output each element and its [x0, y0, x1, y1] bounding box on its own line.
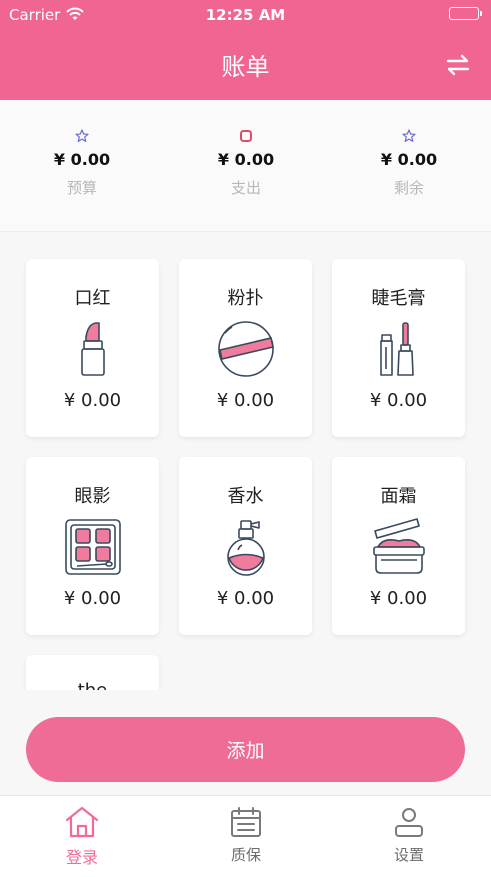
item-price: ¥ 0.00	[369, 588, 428, 609]
face-cream-icon	[369, 517, 429, 577]
eyeshadow-palette-icon	[63, 517, 123, 577]
status-bar: Carrier 12:25 AM	[0, 0, 491, 30]
tab-label: 质保	[230, 846, 261, 864]
item-card-perfume[interactable]: 香水 ¥ 0.00	[179, 457, 312, 635]
item-card-mascara[interactable]: 睫毛膏 ¥ 0.00	[332, 259, 465, 437]
tab-warranty[interactable]: 质保	[164, 806, 328, 865]
user-icon	[395, 808, 423, 837]
budget-summary: ¥ 0.00 预算 ¥ 0.00 支出 ¥ 0.00 剩余	[0, 100, 491, 232]
item-price: ¥ 0.00	[63, 390, 122, 411]
powder-puff-icon	[216, 319, 276, 379]
add-button[interactable]: 添加	[26, 717, 465, 782]
cosmetics-grid: 口红 ¥ 0.00 粉扑 ¥ 0.00 睫毛膏 ¥ 0.00 眼影 ¥ 0.00…	[0, 233, 491, 690]
item-name: 口红	[74, 288, 111, 309]
item-price: ¥ 0.00	[63, 588, 122, 609]
star-icon	[327, 128, 491, 144]
item-card-eyeshadow[interactable]: 眼影 ¥ 0.00	[26, 457, 159, 635]
perfume-icon	[216, 517, 276, 577]
clock-label: 12:25 AM	[205, 6, 286, 24]
star-icon	[0, 128, 164, 144]
summary-budget: ¥ 0.00 预算	[0, 128, 164, 198]
item-card-powder-puff[interactable]: 粉扑 ¥ 0.00	[179, 259, 312, 437]
expense-value: ¥ 0.00	[217, 150, 275, 169]
tab-bar: 登录 质保 设置	[0, 795, 491, 877]
expense-label: 支出	[230, 179, 261, 197]
item-name: the	[26, 680, 159, 690]
item-card-lipstick[interactable]: 口红 ¥ 0.00	[26, 259, 159, 437]
tab-settings[interactable]: 设置	[327, 806, 491, 865]
item-name: 眼影	[74, 486, 111, 507]
item-name: 香水	[227, 486, 264, 507]
mascara-icon	[369, 319, 429, 379]
home-icon	[65, 806, 99, 838]
remaining-label: 剩余	[393, 179, 424, 197]
remaining-value: ¥ 0.00	[380, 150, 438, 169]
budget-label: 预算	[66, 179, 97, 197]
summary-remaining: ¥ 0.00 剩余	[327, 128, 491, 198]
budget-value: ¥ 0.00	[53, 150, 111, 169]
square-icon	[164, 128, 328, 144]
item-card-face-cream[interactable]: 面霜 ¥ 0.00	[332, 457, 465, 635]
tab-label: 设置	[393, 846, 424, 864]
battery-icon	[449, 7, 482, 20]
nav-bar: 账单	[0, 30, 491, 100]
item-price: ¥ 0.00	[216, 390, 275, 411]
calendar-icon	[231, 807, 261, 837]
summary-expense: ¥ 0.00 支出	[164, 128, 328, 198]
item-price: ¥ 0.00	[216, 588, 275, 609]
page-title: 账单	[221, 53, 270, 81]
item-name: 面霜	[380, 486, 417, 507]
item-name: 粉扑	[227, 288, 264, 309]
item-price: ¥ 0.00	[369, 390, 428, 411]
item-card-partial[interactable]: the	[26, 655, 159, 690]
tab-label: 登录	[65, 848, 98, 867]
item-name: 睫毛膏	[371, 288, 426, 309]
swap-arrows-icon[interactable]	[445, 52, 471, 78]
lipstick-icon	[63, 319, 123, 379]
tab-login[interactable]: 登录	[0, 806, 164, 868]
